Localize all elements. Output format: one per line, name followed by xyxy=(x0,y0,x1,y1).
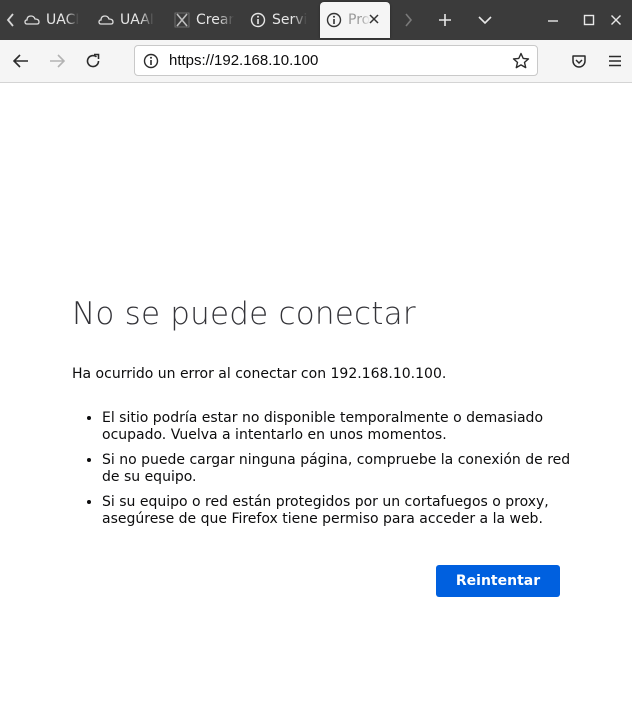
reload-icon xyxy=(86,53,100,68)
tab-servi[interactable]: Servi xyxy=(250,0,314,40)
new-tab-button[interactable] xyxy=(432,0,458,40)
list-item: Si no puede cargar ninguna página, compr… xyxy=(102,452,582,486)
forward-button[interactable] xyxy=(45,49,69,73)
plus-icon xyxy=(439,14,451,26)
scroll-tabs-left-button[interactable] xyxy=(0,0,22,40)
maximize-button[interactable] xyxy=(577,0,601,40)
tab-label: UACI xyxy=(46,12,80,28)
bookmark-button[interactable] xyxy=(512,52,530,70)
navigation-toolbar: https://192.168.10.100 xyxy=(0,40,632,83)
info-icon xyxy=(143,53,159,69)
address-bar[interactable]: https://192.168.10.100 xyxy=(134,45,538,76)
hamburger-menu-icon xyxy=(609,55,621,67)
tab-active-pro[interactable]: Pro xyxy=(320,2,390,38)
error-page: No se puede conectar Ha ocurrido un erro… xyxy=(0,83,632,724)
site-info-button[interactable] xyxy=(142,52,160,70)
list-item: Si su equipo o red están protegidos por … xyxy=(102,494,582,528)
tab-uaai[interactable]: UAAI xyxy=(98,0,164,40)
cloud-icon xyxy=(98,15,114,25)
tab-label: UAAI xyxy=(120,12,154,28)
list-item: El sitio podría estar no disponible temp… xyxy=(102,410,582,444)
close-icon xyxy=(611,15,621,25)
pocket-button[interactable] xyxy=(567,49,591,73)
minimize-icon xyxy=(548,20,558,22)
tab-crear[interactable]: Crear xyxy=(174,0,244,40)
back-button[interactable] xyxy=(9,49,33,73)
close-tab-button[interactable] xyxy=(366,11,382,27)
url-text[interactable]: https://192.168.10.100 xyxy=(169,46,318,75)
close-window-button[interactable] xyxy=(604,0,628,40)
list-all-tabs-button[interactable] xyxy=(472,0,498,40)
cloud-icon xyxy=(24,15,40,25)
minimize-button[interactable] xyxy=(541,0,565,40)
scroll-tabs-right-button[interactable] xyxy=(396,0,420,40)
tab-label: Crear xyxy=(196,12,235,28)
chevron-down-icon xyxy=(478,16,492,25)
retry-button[interactable]: Reintentar xyxy=(436,565,560,597)
star-icon xyxy=(512,52,530,69)
error-suggestions: El sitio podría estar no disponible temp… xyxy=(72,410,582,536)
info-icon xyxy=(250,12,266,28)
info-icon xyxy=(326,12,342,28)
arrow-left-icon xyxy=(13,54,28,68)
arrow-right-icon xyxy=(50,54,65,68)
x-logo-icon xyxy=(174,12,190,28)
menu-button[interactable] xyxy=(603,49,627,73)
error-title: No se puede conectar xyxy=(72,296,416,332)
pocket-icon xyxy=(572,55,586,68)
chevron-right-icon xyxy=(405,13,413,27)
error-description: Ha ocurrido un error al conectar con 192… xyxy=(72,366,447,382)
reload-button[interactable] xyxy=(81,49,105,73)
maximize-icon xyxy=(583,14,595,26)
chevron-left-icon xyxy=(6,13,14,27)
tab-label: Servi xyxy=(272,12,308,28)
close-icon xyxy=(369,14,379,24)
tab-uaci[interactable]: UACI xyxy=(24,0,92,40)
tab-strip: UACI UAAI Crear Servi Pro xyxy=(0,0,632,40)
